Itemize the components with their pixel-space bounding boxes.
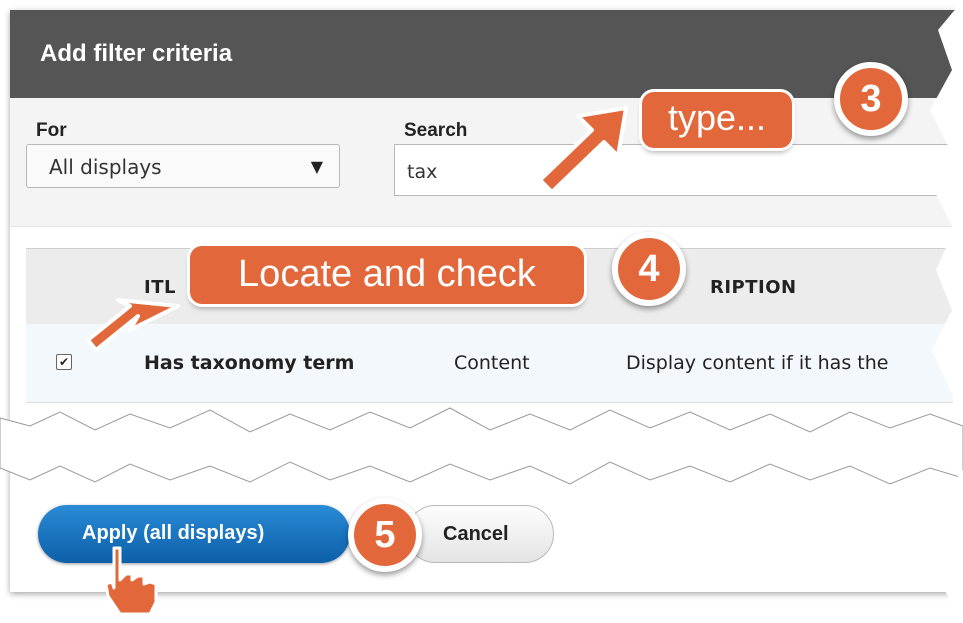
step4-callout: Locate and check [190, 246, 584, 304]
step4-badge: 4 [612, 232, 686, 306]
hand-cursor-icon [104, 546, 158, 616]
step5-badge: 5 [348, 498, 422, 572]
arrow-icon [538, 106, 628, 194]
arrow-icon [86, 298, 180, 352]
step3-badge: 3 [834, 62, 908, 136]
annotation-arrows [86, 106, 628, 616]
step3-callout: type... [642, 92, 792, 148]
